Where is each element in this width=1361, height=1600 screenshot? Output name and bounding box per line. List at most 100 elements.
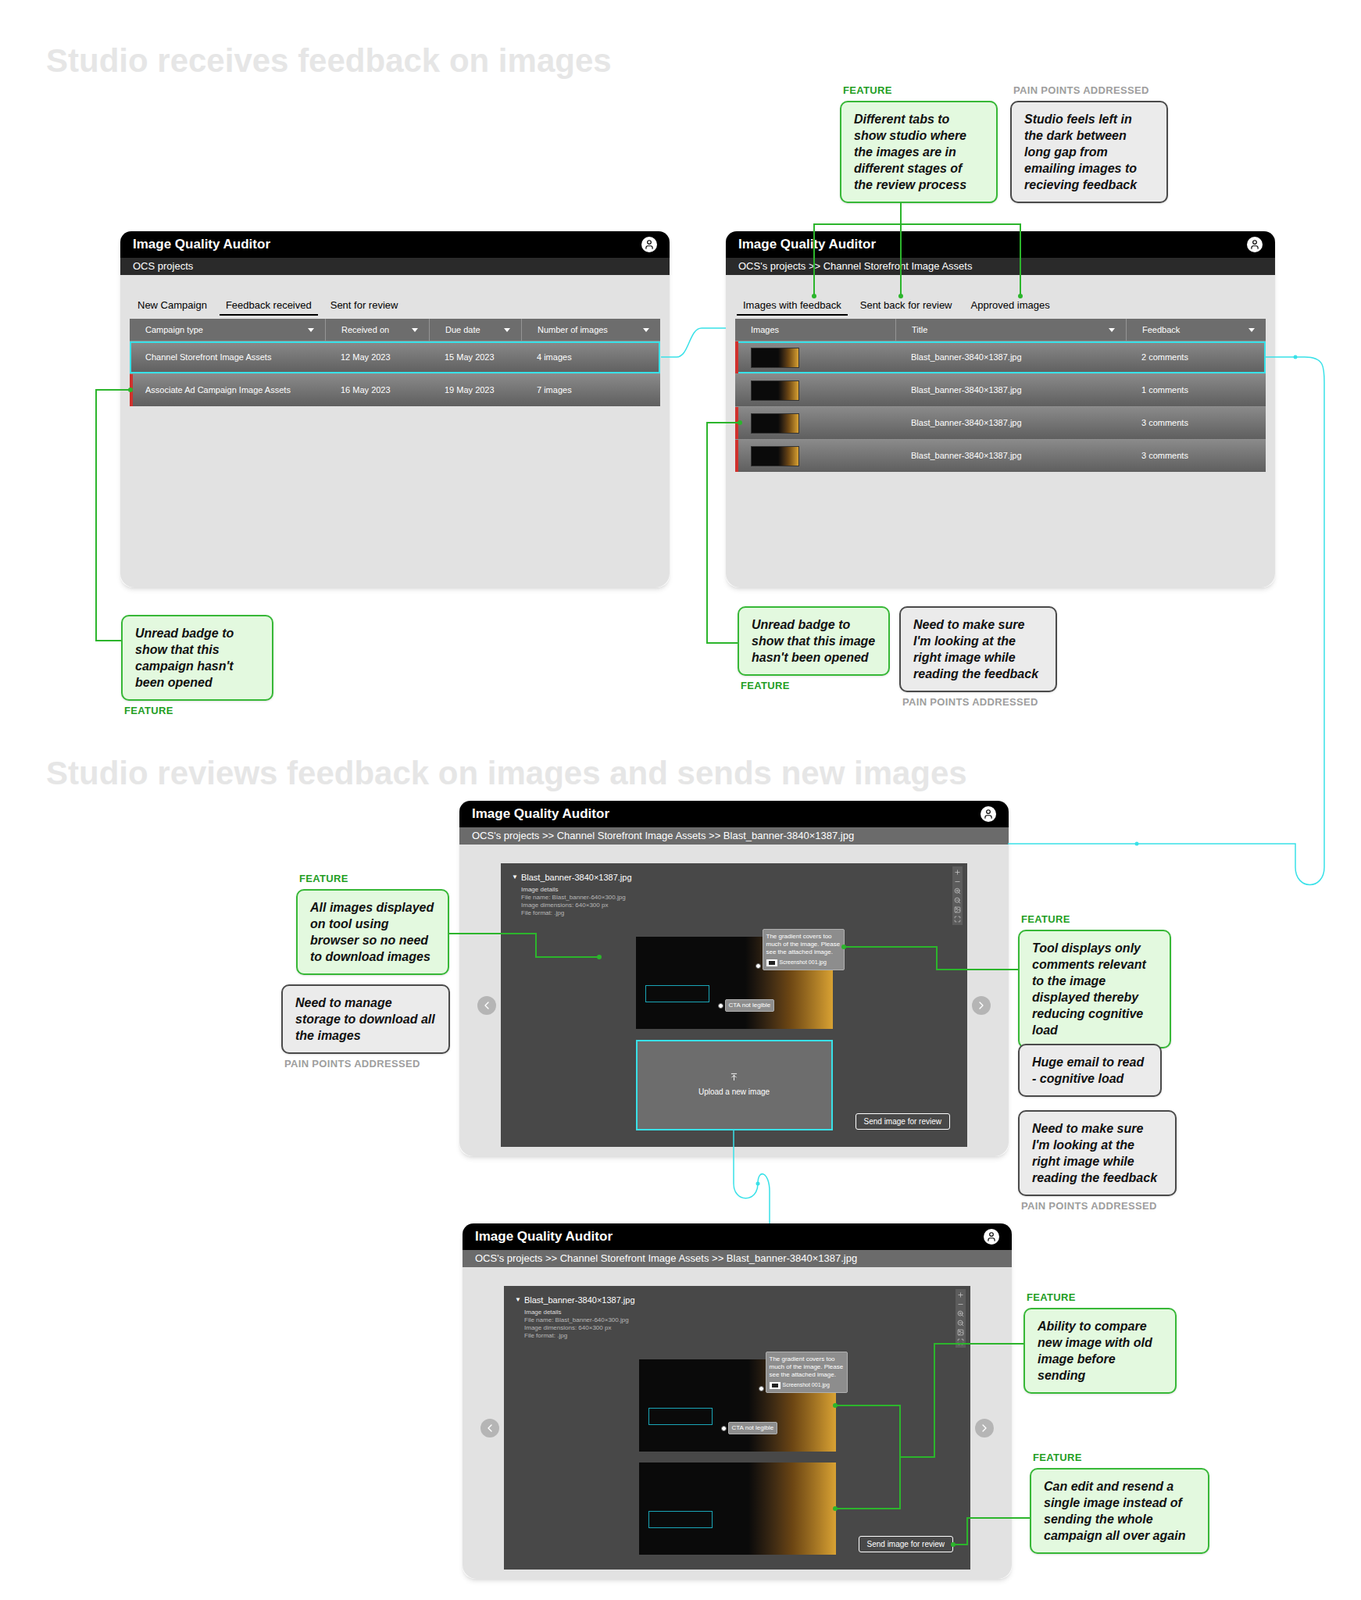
- image-thumbnail: [750, 446, 800, 467]
- minus-icon[interactable]: [953, 878, 961, 886]
- sort-icon[interactable]: [411, 328, 418, 333]
- table-header: ImagesTitleFeedback: [735, 318, 1266, 341]
- window-body: ▼Blast_banner-3840×1387.jpgImage details…: [459, 844, 1009, 1157]
- image-icon[interactable]: [953, 906, 961, 914]
- table-cell: 2 comments: [1125, 350, 1266, 365]
- table-row[interactable]: Channel Storefront Image Assets12 May 20…: [129, 340, 661, 374]
- maximize-icon[interactable]: [957, 1338, 965, 1346]
- zoom-in-icon[interactable]: [957, 1310, 965, 1318]
- table-row[interactable]: Blast_banner-3840×1387.jpg2 comments: [735, 340, 1266, 374]
- sort-icon[interactable]: [1108, 328, 1115, 333]
- app-window: Image Quality Auditor OCS's projects >> C…: [725, 231, 1276, 588]
- comment[interactable]: CTA not legible: [718, 999, 776, 1012]
- table-cell: 16 May 2023: [325, 383, 429, 397]
- sort-icon[interactable]: [642, 328, 650, 333]
- column-header[interactable]: Campaign type: [129, 318, 326, 341]
- table-row[interactable]: Blast_banner-3840×1387.jpg1 comments: [735, 373, 1266, 407]
- previous-button[interactable]: [480, 1418, 500, 1438]
- app-title: Image Quality Auditor: [738, 234, 876, 255]
- user-avatar[interactable]: [1246, 236, 1263, 253]
- plus-icon[interactable]: [957, 1291, 965, 1299]
- column-header[interactable]: Images: [735, 318, 896, 341]
- window-body: Images with feedbackSent back for review…: [725, 275, 1276, 588]
- table-cell: 4 images: [521, 350, 661, 365]
- image-viewer: ▼Blast_banner-3840×1387.jpgImage details…: [503, 1285, 971, 1570]
- table-cell: 1 comments: [1125, 383, 1266, 397]
- pain-point-note: Need to make sure I'm looking at the rig…: [1018, 1110, 1177, 1215]
- comment-marker[interactable]: [721, 1425, 727, 1432]
- sort-icon[interactable]: [1248, 328, 1255, 333]
- image-icon[interactable]: [957, 1328, 965, 1336]
- file-header[interactable]: ▼Blast_banner-3840×1387.jpg: [511, 871, 957, 885]
- upload-dropzone[interactable]: Upload a new image: [635, 1039, 833, 1131]
- unread-badge: [735, 341, 739, 374]
- flow-diagram: Studio receives feedback on imagesStudio…: [0, 0, 1361, 1600]
- breadcrumb[interactable]: OCS's projects >> Channel Storefront Ima…: [725, 257, 1276, 276]
- sort-icon[interactable]: [503, 328, 511, 333]
- column-header[interactable]: Received on: [325, 318, 429, 341]
- comment[interactable]: The gradient covers too much of the imag…: [755, 928, 845, 971]
- file-detail: Image dimensions: 640×300 px: [524, 1324, 960, 1333]
- comment-marker[interactable]: [718, 1003, 724, 1009]
- chevron-right-icon: [978, 1421, 991, 1435]
- plus-icon[interactable]: [953, 868, 961, 876]
- column-header[interactable]: Due date: [428, 318, 522, 341]
- connector-lines: [0, 0, 1361, 1600]
- send-for-review-button[interactable]: Send image for review: [855, 1113, 951, 1130]
- upload-icon: [729, 1072, 739, 1082]
- file-detail: File name: Blast_banner-640×300.jpg: [524, 1316, 960, 1325]
- tab[interactable]: Sent for review: [324, 296, 405, 316]
- comment[interactable]: The gradient covers too much of the imag…: [758, 1351, 848, 1394]
- file-header[interactable]: ▼Blast_banner-3840×1387.jpg: [514, 1293, 960, 1308]
- minus-icon[interactable]: [957, 1300, 965, 1308]
- attachment[interactable]: Screenshot 001.jpg: [769, 1381, 844, 1390]
- column-header[interactable]: Number of images: [521, 318, 661, 341]
- banner-image: The gradient covers too much of the imag…: [639, 1359, 836, 1452]
- annotation-tag: FEATURE: [1023, 1289, 1177, 1306]
- app-title: Image Quality Auditor: [475, 1226, 613, 1247]
- app-title: Image Quality Auditor: [471, 803, 610, 825]
- zoom-out-icon[interactable]: [953, 896, 961, 904]
- tab[interactable]: Sent back for review: [853, 296, 959, 316]
- column-header[interactable]: Feedback: [1125, 318, 1266, 341]
- tab[interactable]: Images with feedback: [736, 296, 848, 316]
- annotation-tag: PAIN POINTS ADDRESSED: [1018, 1198, 1177, 1215]
- pain-point-note: Need to make sure I'm looking at the rig…: [899, 606, 1058, 711]
- sort-icon[interactable]: [307, 328, 315, 333]
- maximize-icon[interactable]: [953, 915, 961, 923]
- breadcrumb[interactable]: OCS projects: [120, 257, 670, 276]
- feature-note: Unread badge to show that this campaign …: [121, 614, 274, 719]
- file-info: ▼Blast_banner-3840×1387.jpgImage details…: [514, 1293, 960, 1349]
- table-row[interactable]: Blast_banner-3840×1387.jpg3 comments: [735, 406, 1266, 440]
- comment[interactable]: CTA not legible: [721, 1421, 779, 1435]
- zoom-in-icon[interactable]: [953, 887, 961, 895]
- send-for-review-button[interactable]: Send image for review: [858, 1536, 954, 1553]
- annotation-tag: PAIN POINTS ADDRESSED: [1010, 82, 1169, 99]
- zoom-toolbar: [952, 866, 963, 926]
- tab[interactable]: Approved images: [964, 296, 1057, 316]
- column-header[interactable]: Title: [895, 318, 1126, 341]
- next-button[interactable]: [971, 996, 991, 1015]
- user-icon: [1249, 239, 1261, 251]
- zoom-toolbar: [955, 1289, 966, 1348]
- attachment[interactable]: Screenshot 001.jpg: [766, 958, 841, 967]
- user-icon: [985, 1231, 997, 1243]
- next-button[interactable]: [975, 1418, 994, 1438]
- table-header: Campaign typeReceived onDue dateNumber o…: [129, 318, 661, 341]
- comment-marker[interactable]: [758, 1386, 765, 1392]
- previous-button[interactable]: [477, 996, 497, 1015]
- table-row[interactable]: Blast_banner-3840×1387.jpg3 comments: [735, 439, 1266, 472]
- user-avatar[interactable]: [983, 1228, 1000, 1245]
- zoom-out-icon[interactable]: [957, 1319, 965, 1327]
- breadcrumb[interactable]: OCS's projects >> Channel Storefront Ima…: [459, 827, 1009, 845]
- section-heading: Studio receives feedback on images: [46, 35, 612, 86]
- user-avatar[interactable]: [980, 806, 997, 822]
- app-window: Image Quality Auditor OCS's projects >> C…: [462, 1223, 1012, 1579]
- user-icon: [982, 808, 994, 820]
- comment-marker[interactable]: [755, 963, 761, 969]
- tab[interactable]: New Campaign: [131, 296, 214, 316]
- user-avatar[interactable]: [641, 236, 658, 253]
- table-row[interactable]: Associate Ad Campaign Image Assets16 May…: [129, 373, 661, 407]
- breadcrumb[interactable]: OCS's projects >> Channel Storefront Ima…: [462, 1250, 1012, 1268]
- tab[interactable]: Feedback received: [219, 296, 318, 316]
